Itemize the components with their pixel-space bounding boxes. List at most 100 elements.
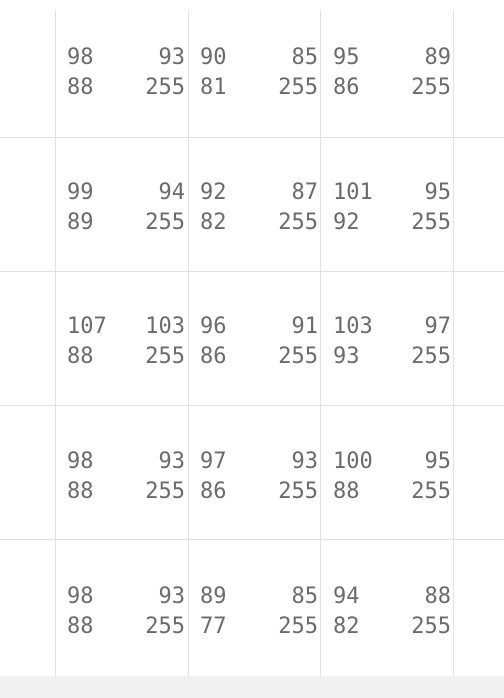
cell-bottom-line: 82 255 xyxy=(333,612,451,642)
channel-b-value: 86 xyxy=(200,344,227,369)
channel-a-value: 255 xyxy=(411,210,451,235)
channel-g-value: 103 xyxy=(145,314,185,339)
channel-g-value: 97 xyxy=(424,314,452,339)
channel-r-value: 89 xyxy=(200,584,227,609)
channel-a-value: 255 xyxy=(278,614,318,639)
cell-bottom-line: 88 255 xyxy=(67,73,185,103)
channel-r-value: 98 xyxy=(67,45,94,70)
channel-r-value: 107 xyxy=(67,314,107,339)
cell-top-line: 94 88 xyxy=(333,582,451,612)
cell-top-line: 103 97 xyxy=(333,312,451,342)
cell-top-line: 98 93 xyxy=(67,447,185,477)
channel-a-value: 255 xyxy=(411,614,451,639)
channel-a-value: 255 xyxy=(278,210,318,235)
channel-g-value: 89 xyxy=(424,45,452,70)
pixel-cell: 89 85 77 255 xyxy=(200,582,318,662)
cell-top-line: 95 89 xyxy=(333,43,451,73)
channel-r-value: 103 xyxy=(333,314,373,339)
cell-top-line: 101 95 xyxy=(333,178,451,208)
row-divider xyxy=(0,405,504,406)
cell-bottom-line: 81 255 xyxy=(200,73,318,103)
channel-b-value: 77 xyxy=(200,614,227,639)
channel-r-value: 95 xyxy=(333,45,360,70)
pixel-cell: 98 93 88 255 xyxy=(67,43,185,123)
cell-bottom-line: 86 255 xyxy=(333,73,451,103)
cell-top-line: 97 93 xyxy=(200,447,318,477)
channel-g-value: 93 xyxy=(158,45,186,70)
cell-top-line: 99 94 xyxy=(67,178,185,208)
cell-bottom-line: 88 255 xyxy=(333,477,451,507)
pixel-cell: 95 89 86 255 xyxy=(333,43,451,123)
channel-b-value: 88 xyxy=(67,344,94,369)
channel-r-value: 96 xyxy=(200,314,227,339)
channel-g-value: 94 xyxy=(158,180,186,205)
cell-top-line: 100 95 xyxy=(333,447,451,477)
channel-r-value: 94 xyxy=(333,584,360,609)
channel-g-value: 95 xyxy=(424,449,452,474)
pixel-cell: 101 95 92 255 xyxy=(333,178,451,258)
channel-r-value: 100 xyxy=(333,449,373,474)
pixel-cell: 100 95 88 255 xyxy=(333,447,451,527)
pixel-cell: 99 94 89 255 xyxy=(67,178,185,258)
column-divider xyxy=(55,10,56,678)
channel-a-value: 255 xyxy=(145,479,185,504)
cell-top-line: 98 93 xyxy=(67,43,185,73)
cell-top-line: 92 87 xyxy=(200,178,318,208)
cell-bottom-line: 92 255 xyxy=(333,208,451,238)
channel-a-value: 255 xyxy=(278,75,318,100)
channel-b-value: 82 xyxy=(333,614,360,639)
channel-b-value: 82 xyxy=(200,210,227,235)
channel-r-value: 90 xyxy=(200,45,227,70)
column-divider xyxy=(188,10,189,678)
channel-g-value: 95 xyxy=(424,180,452,205)
channel-b-value: 88 xyxy=(67,614,94,639)
channel-b-value: 88 xyxy=(67,479,94,504)
channel-b-value: 86 xyxy=(333,75,360,100)
row-divider xyxy=(0,539,504,540)
channel-r-value: 98 xyxy=(67,584,94,609)
cell-top-line: 90 85 xyxy=(200,43,318,73)
pixel-cell: 98 93 88 255 xyxy=(67,582,185,662)
channel-r-value: 99 xyxy=(67,180,94,205)
channel-r-value: 97 xyxy=(200,449,227,474)
pixel-cell: 92 87 82 255 xyxy=(200,178,318,258)
channel-b-value: 88 xyxy=(67,75,94,100)
cell-bottom-line: 86 255 xyxy=(200,342,318,372)
pixel-cell: 94 88 82 255 xyxy=(333,582,451,662)
channel-a-value: 255 xyxy=(145,75,185,100)
channel-a-value: 255 xyxy=(411,479,451,504)
channel-g-value: 88 xyxy=(424,584,452,609)
row-divider xyxy=(0,137,504,138)
cell-top-line: 96 91 xyxy=(200,312,318,342)
pixel-cell: 98 93 88 255 xyxy=(67,447,185,527)
pixel-cell: 90 85 81 255 xyxy=(200,43,318,123)
channel-b-value: 92 xyxy=(333,210,360,235)
channel-g-value: 87 xyxy=(291,180,319,205)
column-divider xyxy=(453,10,454,678)
cell-bottom-line: 93 255 xyxy=(333,342,451,372)
channel-r-value: 98 xyxy=(67,449,94,474)
pixel-cell: 107 103 88 255 xyxy=(67,312,185,392)
cell-top-line: 107 103 xyxy=(67,312,185,342)
channel-a-value: 255 xyxy=(145,210,185,235)
channel-g-value: 93 xyxy=(158,449,186,474)
cell-bottom-line: 88 255 xyxy=(67,477,185,507)
cell-bottom-line: 77 255 xyxy=(200,612,318,642)
bottom-strip xyxy=(0,676,504,698)
channel-g-value: 93 xyxy=(291,449,319,474)
pixel-cell: 97 93 86 255 xyxy=(200,447,318,527)
channel-r-value: 92 xyxy=(200,180,227,205)
cell-bottom-line: 86 255 xyxy=(200,477,318,507)
cell-bottom-line: 88 255 xyxy=(67,612,185,642)
pixel-cell: 103 97 93 255 xyxy=(333,312,451,392)
channel-a-value: 255 xyxy=(278,479,318,504)
channel-a-value: 255 xyxy=(278,344,318,369)
cell-top-line: 89 85 xyxy=(200,582,318,612)
cell-top-line: 98 93 xyxy=(67,582,185,612)
cell-bottom-line: 88 255 xyxy=(67,342,185,372)
channel-g-value: 91 xyxy=(291,314,319,339)
channel-r-value: 101 xyxy=(333,180,373,205)
channel-g-value: 93 xyxy=(158,584,186,609)
channel-b-value: 86 xyxy=(200,479,227,504)
row-divider xyxy=(0,271,504,272)
